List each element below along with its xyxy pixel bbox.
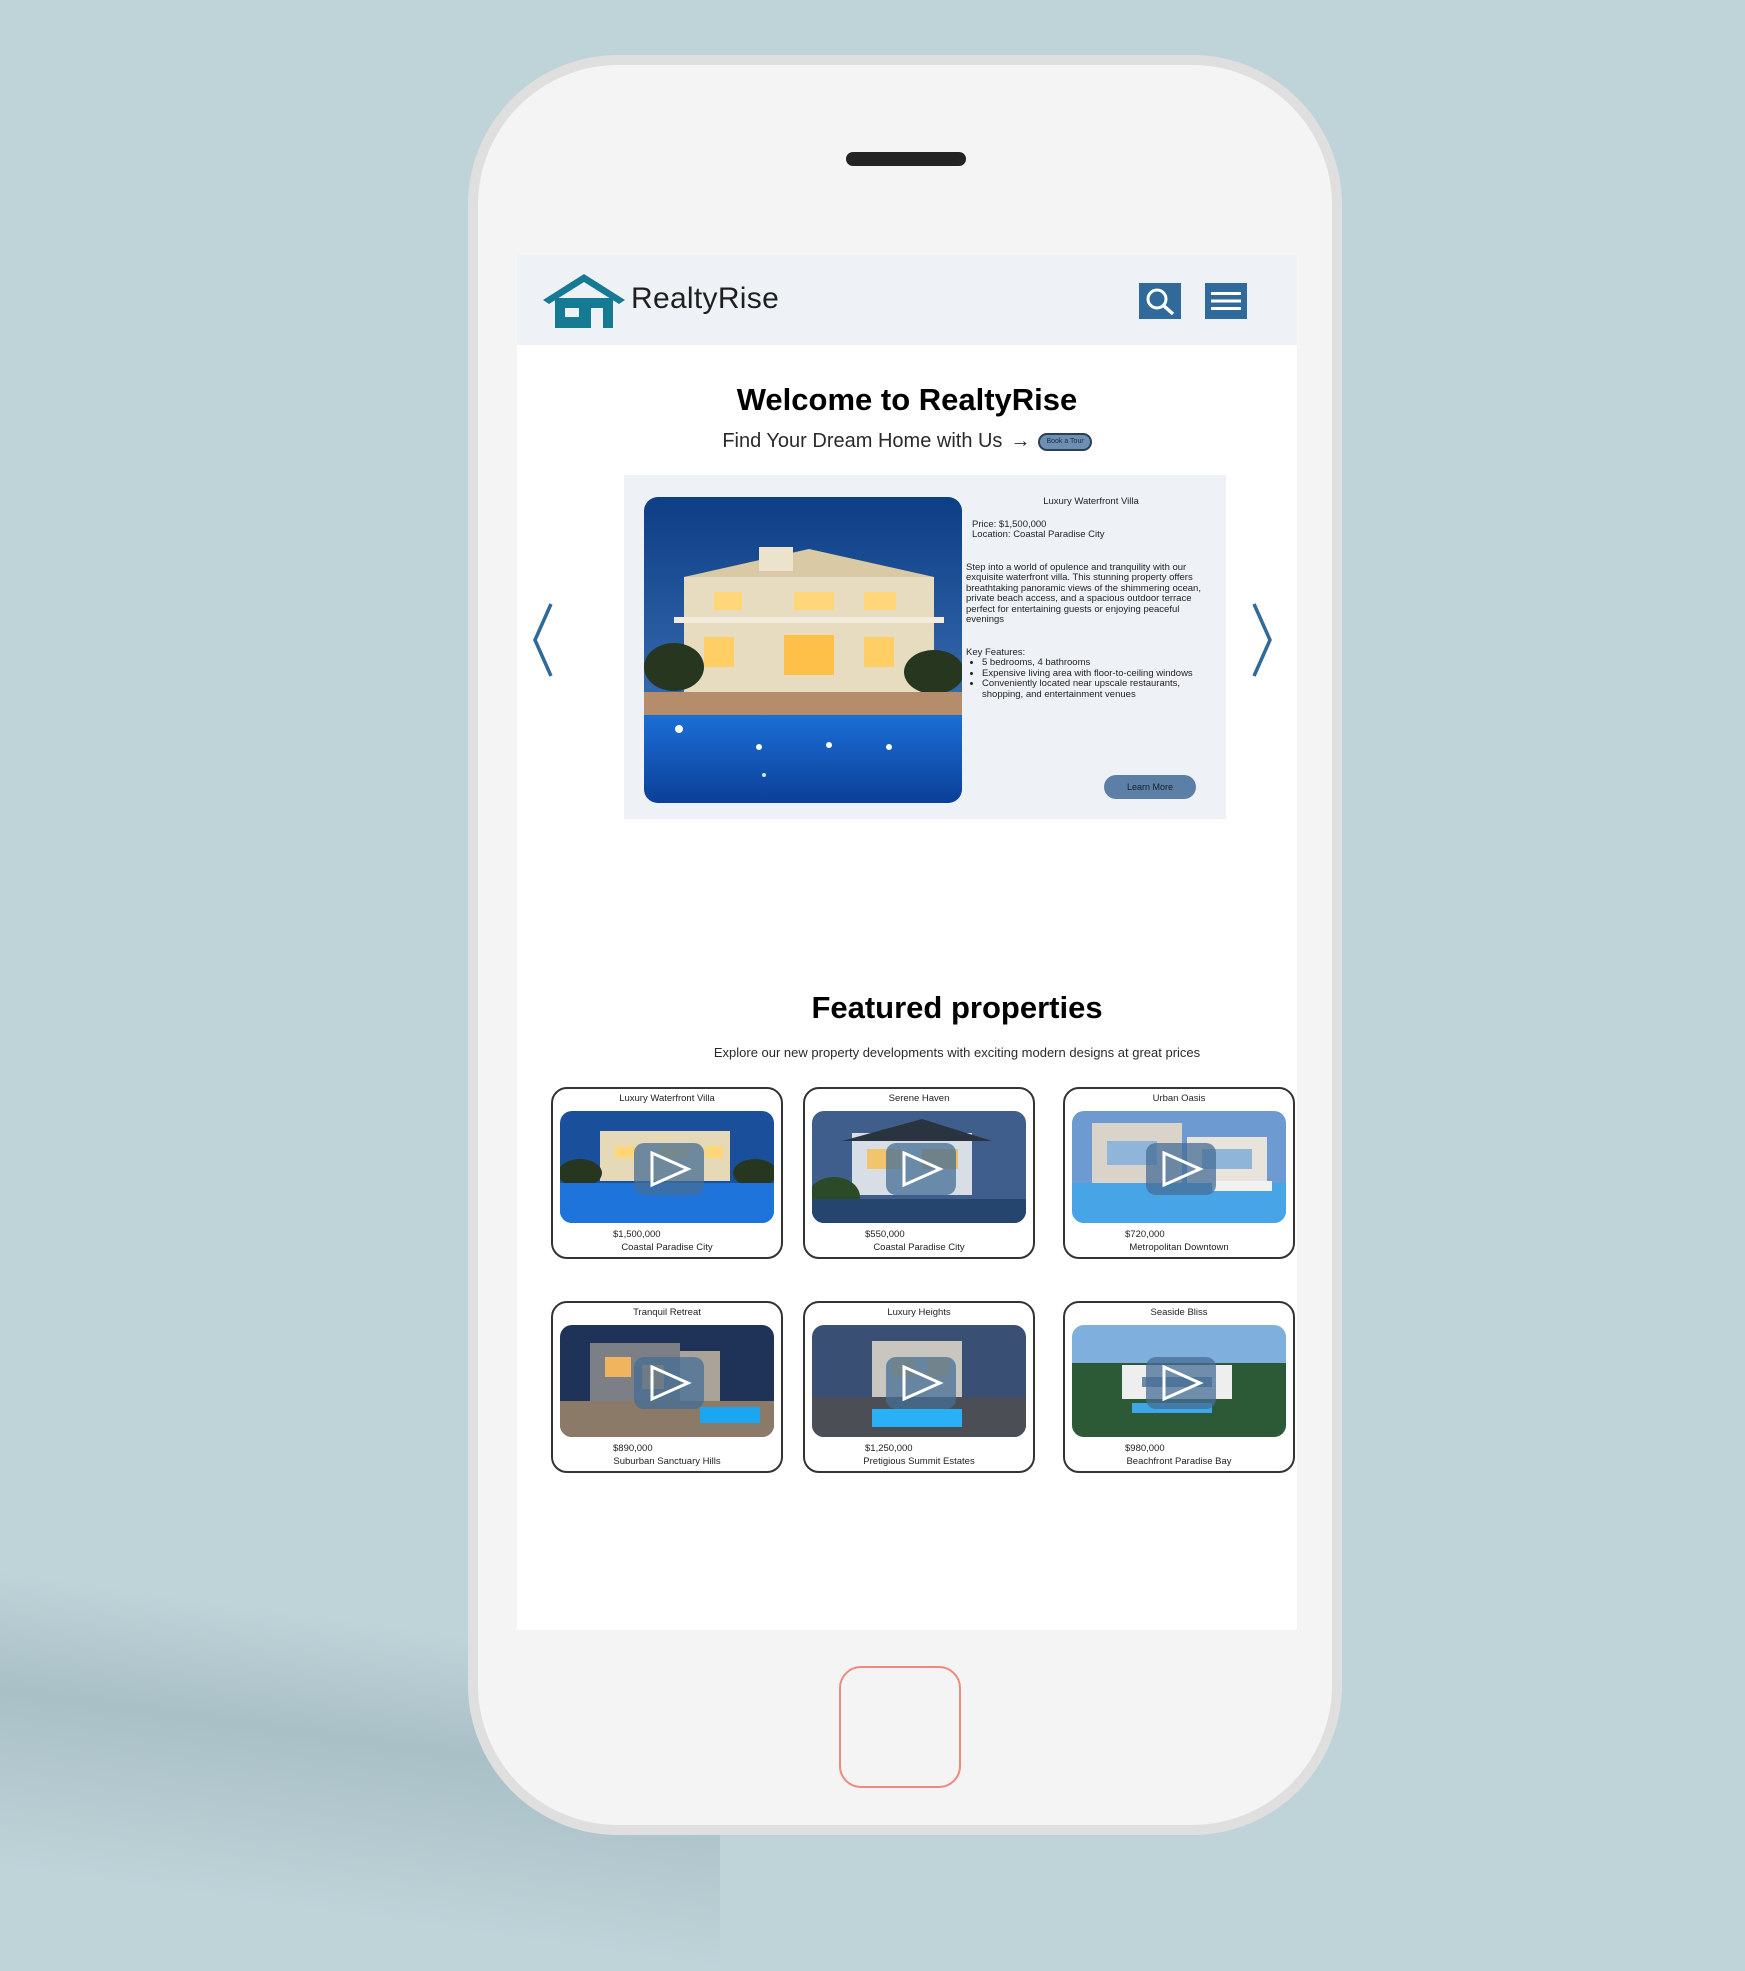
carousel-property-image[interactable] [644, 497, 962, 803]
property-price: $980,000 [1125, 1443, 1165, 1454]
property-price: $550,000 [865, 1229, 905, 1240]
property-location: Suburban Sanctuary Hills [613, 1456, 721, 1467]
property-location: Metropolitan Downtown [1129, 1242, 1229, 1253]
chevron-right-icon[interactable] [1246, 600, 1278, 680]
featured-title: Featured properties [811, 990, 1103, 1025]
property-card[interactable]: Luxury Heights $1,250,000 Pretigious Sum… [803, 1301, 1035, 1473]
hero-subtitle-row: Find Your Dream Home with Us → Book a Tour [517, 430, 1297, 453]
play-icon [902, 1150, 944, 1188]
featured-carousel: Luxury Waterfront Villa Price: $1,500,00… [624, 475, 1226, 819]
property-name: Luxury Heights [887, 1307, 951, 1318]
play-icon [650, 1150, 692, 1188]
property-location: Coastal Paradise City [873, 1242, 965, 1253]
property-location: Pretigious Summit Estates [863, 1456, 975, 1467]
play-icon [1162, 1150, 1204, 1188]
key-feature-item: 5 bedrooms, 4 bathrooms [982, 657, 1216, 669]
property-card[interactable]: Seaside Bliss $980,000 Beachfront Paradi… [1063, 1301, 1295, 1473]
property-price: $1,250,000 [865, 1443, 913, 1454]
menu-icon [1211, 292, 1241, 310]
property-name: Luxury Waterfront Villa [619, 1093, 715, 1104]
learn-more-button[interactable]: Learn More [1104, 775, 1196, 799]
property-thumbnail[interactable] [812, 1111, 1026, 1223]
play-button[interactable] [634, 1143, 704, 1195]
property-price: $890,000 [613, 1443, 653, 1454]
property-thumbnail[interactable] [1072, 1111, 1286, 1223]
hero-title: Welcome to RealtyRise [736, 382, 1078, 417]
search-button[interactable] [1139, 283, 1181, 319]
property-name: Tranquil Retreat [633, 1307, 701, 1318]
menu-button[interactable] [1205, 283, 1247, 319]
carousel-description: Step into a world of opulence and tranqu… [966, 561, 1201, 625]
property-location: Beachfront Paradise Bay [1126, 1456, 1232, 1467]
phone-speaker [846, 152, 966, 166]
property-card[interactable]: Serene Haven $550,000 Coastal Paradise C… [803, 1087, 1035, 1259]
property-location: Coastal Paradise City [621, 1242, 713, 1253]
property-thumbnail[interactable] [812, 1325, 1026, 1437]
property-card[interactable]: Urban Oasis $720,000 Metropolitan Downto… [1063, 1087, 1295, 1259]
property-thumbnail[interactable] [1072, 1325, 1286, 1437]
play-button[interactable] [886, 1143, 956, 1195]
key-feature-item: Conveniently located near upscale restau… [982, 678, 1216, 700]
play-icon [1162, 1364, 1204, 1402]
brand-name[interactable]: RealtyRise [631, 282, 779, 316]
arrow-right-icon: → [1010, 430, 1031, 452]
property-name: Urban Oasis [1152, 1093, 1206, 1104]
play-button[interactable] [886, 1357, 956, 1409]
property-name: Seaside Bliss [1150, 1307, 1208, 1318]
property-thumbnail[interactable] [560, 1111, 774, 1223]
hero-subtitle: Find Your Dream Home with Us [722, 430, 1003, 452]
property-card[interactable]: Luxury Waterfront Villa $1,500,000 Coast… [551, 1087, 783, 1259]
top-navbar: RealtyRise [517, 255, 1297, 345]
play-button[interactable] [634, 1357, 704, 1409]
carousel-location: Location: Coastal Paradise City [972, 529, 1105, 540]
property-card[interactable]: Tranquil Retreat $890,000 Suburban Sanct… [551, 1301, 783, 1473]
featured-subtitle: Explore our new property developments wi… [713, 1045, 1201, 1060]
play-button[interactable] [1146, 1357, 1216, 1409]
carousel-details: Luxury Waterfront Villa Price: $1,500,00… [966, 496, 1216, 700]
property-price: $720,000 [1125, 1229, 1165, 1240]
search-icon [1146, 288, 1175, 316]
house-logo-icon[interactable] [539, 272, 629, 328]
book-tour-button[interactable]: Book a Tour [1038, 432, 1092, 451]
phone-home-button[interactable] [839, 1666, 961, 1788]
property-price: $1,500,000 [613, 1229, 661, 1240]
property-name: Serene Haven [888, 1093, 950, 1104]
chevron-left-icon[interactable] [527, 600, 559, 680]
carousel-title: Luxury Waterfront Villa [1043, 496, 1139, 507]
play-button[interactable] [1146, 1143, 1216, 1195]
play-icon [902, 1364, 944, 1402]
app-screen: RealtyRise Welcome to RealtyRise Find Yo… [517, 255, 1297, 1630]
property-thumbnail[interactable] [560, 1325, 774, 1437]
play-icon [650, 1364, 692, 1402]
key-features-list: 5 bedrooms, 4 bathrooms Expensive living… [966, 657, 1216, 700]
